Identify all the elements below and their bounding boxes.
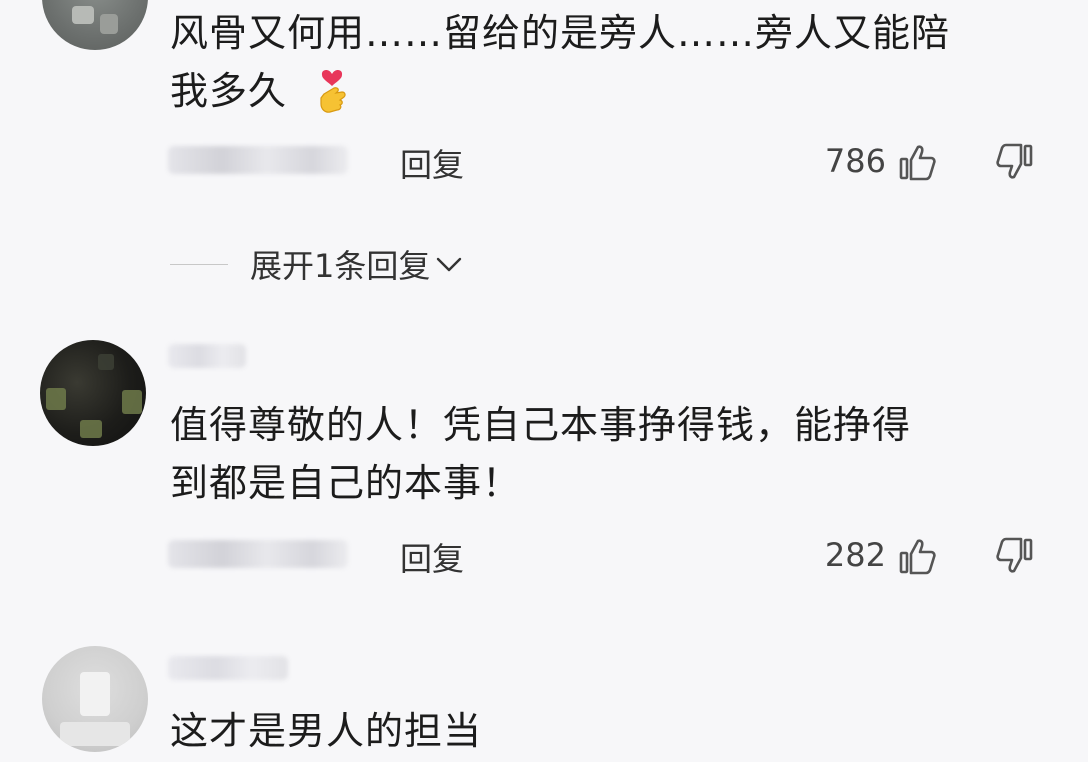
finger-heart-emoji bbox=[320, 69, 346, 113]
reply-button[interactable]: 回复 bbox=[400, 534, 464, 580]
comment-timestamp bbox=[168, 540, 348, 568]
comment-text: 值得尊敬的人！凭自己本事挣得钱，能挣得 到都是自己的本事！ bbox=[170, 396, 1030, 512]
thumbs-up-icon[interactable] bbox=[898, 536, 938, 576]
expand-replies-button[interactable]: 展开1条回复 bbox=[170, 242, 464, 286]
comment-text-line: 这才是男人的担当 bbox=[170, 709, 483, 753]
comment-text-line: 到都是自己的本事！ bbox=[170, 461, 522, 505]
comment-text-line: 我多久 bbox=[170, 69, 288, 113]
comment-timestamp bbox=[168, 146, 348, 174]
comment-text: 风骨又何用……留给的是旁人……旁人又能陪 我多久 bbox=[170, 4, 1030, 120]
thumbs-up-icon[interactable] bbox=[898, 142, 938, 182]
comment-text-line: 值得尊敬的人！凭自己本事挣得钱，能挣得 bbox=[170, 403, 912, 447]
like-count: 786 bbox=[824, 142, 886, 180]
reply-button[interactable]: 回复 bbox=[400, 140, 464, 186]
avatar[interactable] bbox=[42, 646, 148, 752]
divider bbox=[170, 263, 228, 265]
thumbs-down-icon[interactable] bbox=[994, 536, 1034, 576]
username[interactable] bbox=[168, 656, 288, 680]
expand-replies-label: 展开1条回复 bbox=[250, 247, 431, 285]
username[interactable] bbox=[168, 344, 246, 368]
avatar[interactable] bbox=[40, 340, 146, 446]
chevron-down-icon bbox=[437, 257, 462, 272]
comment-text: 这才是男人的担当 bbox=[170, 702, 1030, 760]
like-count: 282 bbox=[824, 536, 886, 574]
comment-text-line: 风骨又何用……留给的是旁人……旁人又能陪 bbox=[170, 11, 951, 55]
thumbs-down-icon[interactable] bbox=[994, 142, 1034, 182]
avatar[interactable] bbox=[42, 0, 148, 50]
